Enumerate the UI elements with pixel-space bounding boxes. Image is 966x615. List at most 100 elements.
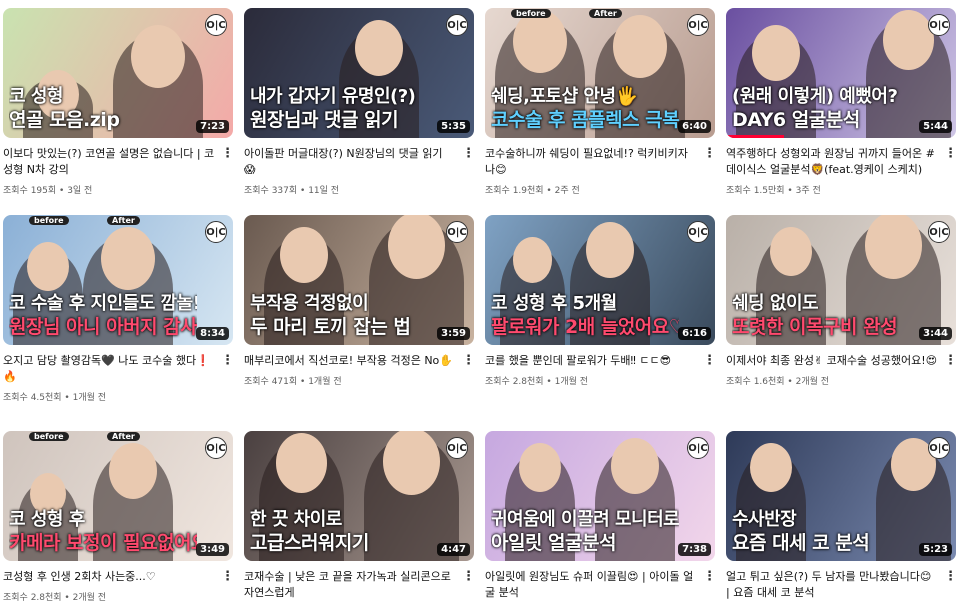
video-meta: 코재수술 | 낮은 코 끝을 자가녹과 실리콘으로 자연스럽게 ⋮ [244,561,475,601]
video-thumbnail[interactable]: O|C 코 수술 후 지인들도 깜놀! 원장님 아니 아버지 감사합니다 8:3… [3,215,233,345]
video-stats: 조회수 4.5천회 • 1개월 전 [3,393,107,403]
video-card-9[interactable]: O|C 코 성형 후 카메라 보정이 필요없어요 3:49 before Afte… [3,431,234,615]
thumbnail-face [276,433,327,493]
channel-logo-badge: O|C [687,14,709,36]
video-meta: 이제서야 최종 완성✌ 코재수술 성공했어요!😍 조회수 1.6천회 • 2개월… [726,345,957,388]
video-thumbnail[interactable]: O|C (원래 이렇게) 예뻤어? DAY6 얼굴분석 5:44 [726,8,956,138]
thumbnail-face [388,215,445,279]
video-title[interactable]: 얼고 튀고 싶은(?) 두 남자를 만나봤습니다😊 | 요즘 대세 코 분석 [726,569,938,601]
video-title[interactable]: 아이돌판 머글대장(?) N원장님의 댓글 읽기 😱 [244,146,456,178]
video-meta: 아이돌판 머글대장(?) N원장님의 댓글 읽기 😱 조회수 337회 • 11… [244,138,475,197]
more-vert-icon[interactable]: ⋮ [944,354,957,370]
video-title[interactable]: 역주행하다 성형외과 원장님 귀까지 들어온 #데이식스 얼굴분석🦁(feat.… [726,146,938,178]
more-vert-icon[interactable]: ⋮ [944,570,957,586]
channel-logo-badge: O|C [205,437,227,459]
more-vert-icon[interactable]: ⋮ [703,354,716,370]
more-vert-icon[interactable]: ⋮ [221,354,234,370]
video-card-3[interactable]: O|C 쉐딩,포토샵 안녕🖐 코수술 후 콤플렉스 극복 6:40 before… [485,8,716,215]
video-title[interactable]: 코성형 후 인생 2회차 사는중...♡ [3,569,215,585]
channel-logo-badge: O|C [687,437,709,459]
channel-logo-badge: O|C [205,221,227,243]
video-meta: 매부리코에서 직선코로! 부작용 걱정은 No✋ 조회수 471회 • 1개월 … [244,345,475,388]
video-thumbnail[interactable]: O|C 쉐딩 없이도 또렷한 이목구비 완성 3:44 [726,215,956,345]
thumbnail-face [752,25,800,81]
thumbnail-caption-bottom: 또렷한 이목구비 완성 [732,316,898,338]
more-vert-icon[interactable]: ⋮ [703,147,716,163]
channel-logo-badge: O|C [928,14,950,36]
video-duration: 5:23 [919,543,952,556]
video-duration: 7:23 [196,120,229,133]
before-label: before [29,216,69,225]
video-title[interactable]: 이제서야 최종 완성✌ 코재수술 성공했어요!😍 [726,353,938,369]
channel-logo-badge: O|C [687,221,709,243]
thumbnail-caption-bottom: 연골 모음.zip [9,109,120,131]
video-thumbnail[interactable]: O|C 수사반장 요즘 대세 코 분석 5:23 [726,431,956,561]
video-card-1[interactable]: O|C 코 성형 연골 모음.zip 7:23 이보다 맛있는(?) 코연골 설… [3,8,234,215]
thumbnail-face [513,237,552,283]
video-meta: 오지고 담당 촬영감독🖤 나도 코수술 했다❗🔥 조회수 4.5천회 • 1개월… [3,345,234,404]
video-title[interactable]: 매부리코에서 직선코로! 부작용 걱정은 No✋ [244,353,456,369]
video-title[interactable]: 코재수술 | 낮은 코 끝을 자가녹과 실리콘으로 자연스럽게 [244,569,456,601]
video-meta: 이보다 맛있는(?) 코연골 설명은 없습니다 | 코성형 N차 강의 조회수 … [3,138,234,197]
more-vert-icon[interactable]: ⋮ [703,570,716,586]
more-vert-icon[interactable]: ⋮ [462,570,475,586]
video-title[interactable]: 아일릿에 원장님도 슈퍼 이끌림😍 | 아이돌 얼굴 분석 [485,569,697,601]
thumbnail-face [131,25,185,88]
video-stats: 조회수 337회 • 11일 전 [244,186,340,196]
thumbnail-face [101,227,155,290]
channel-logo-badge: O|C [205,14,227,36]
more-vert-icon[interactable]: ⋮ [221,147,234,163]
thumbnail-face [770,227,812,276]
video-card-12[interactable]: O|C 수사반장 요즘 대세 코 분석 5:23 얼고 튀고 싶은(?) 두 남… [726,431,957,615]
more-vert-icon[interactable]: ⋮ [462,147,475,163]
video-meta: 얼고 튀고 싶은(?) 두 남자를 만나봤습니다😊 | 요즘 대세 코 분석 ⋮ [726,561,957,601]
video-card-5[interactable]: O|C 코 수술 후 지인들도 깜놀! 원장님 아니 아버지 감사합니다 8:3… [3,215,234,431]
video-card-4[interactable]: O|C (원래 이렇게) 예뻤어? DAY6 얼굴분석 5:44 역주행하다 성… [726,8,957,215]
video-stats: 조회수 1.5만회 • 3주 전 [726,186,821,196]
video-title[interactable]: 코를 했을 뿐인데 팔로워가 두배‼ ㄷㄷ😎 [485,353,697,369]
video-duration: 4:47 [437,543,470,556]
video-thumbnail[interactable]: O|C 내가 갑자기 유명인(?) 원장님과 댓글 읽기 5:35 [244,8,474,138]
video-stats: 조회수 1.6천회 • 2개월 전 [726,377,830,387]
video-meta: 아일릿에 원장님도 슈퍼 이끌림😍 | 아이돌 얼굴 분석 ⋮ [485,561,716,601]
video-title[interactable]: 코수술하니까 쉐딩이 필요없네!? 럭키비키자나😊 [485,146,697,178]
video-card-10[interactable]: O|C 한 끗 차이로 고급스러워지기 4:47 코재수술 | 낮은 코 끝을 … [244,431,475,615]
more-vert-icon[interactable]: ⋮ [462,354,475,370]
after-label: After [107,216,140,225]
more-vert-icon[interactable]: ⋮ [944,147,957,163]
video-duration: 5:35 [437,120,470,133]
video-card-6[interactable]: O|C 부작용 걱정없이 두 마리 토끼 잡는 법 3:59 매부리코에서 직선… [244,215,475,431]
after-label: After [107,432,140,441]
thumbnail-face [750,443,792,492]
thumbnail-caption-bottom: 요즘 대세 코 분석 [732,532,870,554]
video-duration: 6:40 [678,120,711,133]
video-thumbnail[interactable]: O|C 코 성형 연골 모음.zip 7:23 [3,8,233,138]
video-meta: 역주행하다 성형외과 원장님 귀까지 들어온 #데이식스 얼굴분석🦁(feat.… [726,138,957,197]
video-card-11[interactable]: O|C 귀여움에 이끌려 모니터로... 아일릿 얼굴분석 7:38 아일릿에 … [485,431,716,615]
after-label: After [589,9,622,18]
thumbnail-face [519,443,561,492]
thumbnail-caption-bottom: 팔로워가 2배 늘었어요♡ [491,316,679,338]
before-label: before [511,9,551,18]
video-thumbnail[interactable]: O|C 코 성형 후 카메라 보정이 필요없어요 3:49 before Afte… [3,431,233,561]
video-thumbnail[interactable]: O|C 쉐딩,포토샵 안녕🖐 코수술 후 콤플렉스 극복 6:40 before… [485,8,715,138]
thumbnail-caption-bottom: 원장님 아니 아버지 감사합니다 [9,316,197,338]
video-thumbnail[interactable]: O|C 귀여움에 이끌려 모니터로... 아일릿 얼굴분석 7:38 [485,431,715,561]
thumbnail-face [865,215,922,279]
thumbnail-caption-bottom: 원장님과 댓글 읽기 [250,109,399,131]
video-duration: 8:34 [196,327,229,340]
more-vert-icon[interactable]: ⋮ [221,570,234,586]
thumbnail-face [613,15,667,78]
video-duration: 3:44 [919,327,952,340]
thumbnail-face [109,443,157,499]
video-duration: 7:38 [678,543,711,556]
video-card-8[interactable]: O|C 쉐딩 없이도 또렷한 이목구비 완성 3:44 이제서야 최종 완성✌ … [726,215,957,431]
video-card-2[interactable]: O|C 내가 갑자기 유명인(?) 원장님과 댓글 읽기 5:35 아이돌판 머… [244,8,475,215]
video-meta: 코성형 후 인생 2회차 사는중...♡ 조회수 2.8천회 • 2개월 전 ⋮ [3,561,234,604]
video-thumbnail[interactable]: O|C 코 성형 후 5개월 팔로워가 2배 늘었어요♡ 6:16 [485,215,715,345]
video-thumbnail[interactable]: O|C 부작용 걱정없이 두 마리 토끼 잡는 법 3:59 [244,215,474,345]
video-title[interactable]: 이보다 맛있는(?) 코연골 설명은 없습니다 | 코성형 N차 강의 [3,146,215,178]
video-card-7[interactable]: O|C 코 성형 후 5개월 팔로워가 2배 늘었어요♡ 6:16 코를 했을 … [485,215,716,431]
video-thumbnail[interactable]: O|C 한 끗 차이로 고급스러워지기 4:47 [244,431,474,561]
video-title[interactable]: 오지고 담당 촬영감독🖤 나도 코수술 했다❗🔥 [3,353,215,385]
